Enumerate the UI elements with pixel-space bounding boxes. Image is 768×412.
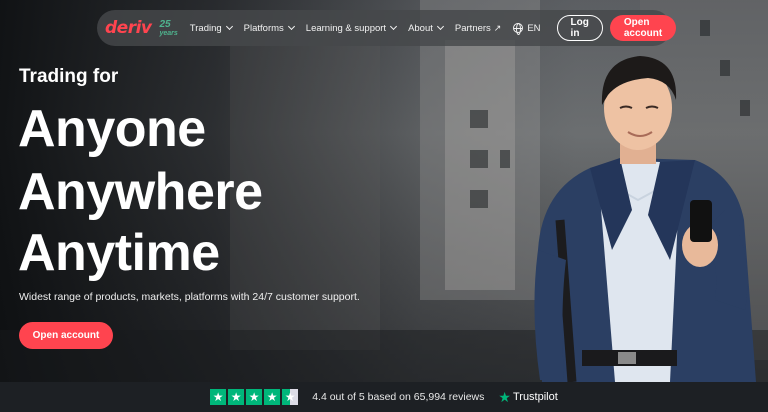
trustpilot-star-icon: ★ — [498, 388, 511, 405]
trustpilot-brand-label: Trustpilot — [512, 391, 558, 403]
hero-headline-line-2: Anywhere — [18, 163, 263, 221]
hero-description: Widest range of products, markets, platf… — [19, 291, 360, 303]
nav-item-label: About — [408, 22, 433, 34]
businessman-image — [534, 56, 756, 382]
hero-subtitle: Trading for — [19, 66, 119, 87]
hero-headline-line-3: Anytime — [18, 224, 220, 282]
trustpilot-bar: ★ ★ ★ ★ ★ 4.4 out of 5 based on 65,994 r… — [0, 382, 768, 412]
nav-item-label: Trading — [189, 22, 222, 34]
top-navigation: deriv 25 years Trading Platforms Learnin… — [97, 10, 677, 46]
language-label: EN — [527, 22, 541, 34]
open-account-nav-button[interactable]: Open account — [609, 15, 677, 41]
open-account-hero-button[interactable]: Open account — [19, 322, 113, 349]
globe-icon — [513, 23, 524, 35]
trustpilot-stars[interactable]: ★ ★ ★ ★ ★ — [210, 389, 299, 405]
years-label: years — [159, 30, 178, 37]
login-button[interactable]: Log in — [556, 15, 603, 41]
half-star-icon: ★ — [282, 389, 299, 405]
chevron-down-icon — [287, 22, 295, 31]
trustpilot-logo[interactable]: ★ Trustpilot — [498, 389, 557, 406]
years-badge: 25 years — [160, 19, 178, 37]
star-icon: ★ — [246, 389, 263, 405]
star-icon: ★ — [228, 389, 245, 405]
nav-item-about[interactable]: About — [408, 22, 444, 34]
nav-item-label: Platforms — [243, 22, 284, 34]
nav-item-label: Learning & support — [305, 22, 387, 34]
nav-item-label: Partners — [454, 22, 491, 34]
external-arrow-icon: ↗ — [493, 22, 502, 33]
nav-item-learning-support[interactable]: Learning & support — [305, 22, 398, 34]
language-selector[interactable]: EN — [513, 22, 541, 35]
star-icon: ★ — [264, 389, 281, 405]
trustpilot-rating-text[interactable]: 4.4 out of 5 based on 65,994 reviews — [312, 391, 484, 403]
star-icon: ★ — [210, 389, 227, 405]
years-number: 25 — [159, 19, 171, 30]
nav-item-partners[interactable]: Partners ↗ — [455, 23, 501, 34]
chevron-down-icon — [436, 22, 444, 31]
nav-item-platforms[interactable]: Platforms — [243, 22, 295, 34]
chevron-down-icon — [390, 22, 398, 31]
chevron-down-icon — [225, 22, 233, 31]
nav-item-trading[interactable]: Trading — [189, 22, 233, 34]
deriv-logo[interactable]: deriv — [105, 18, 152, 38]
hero-headline-line-1: Anyone — [18, 100, 206, 158]
